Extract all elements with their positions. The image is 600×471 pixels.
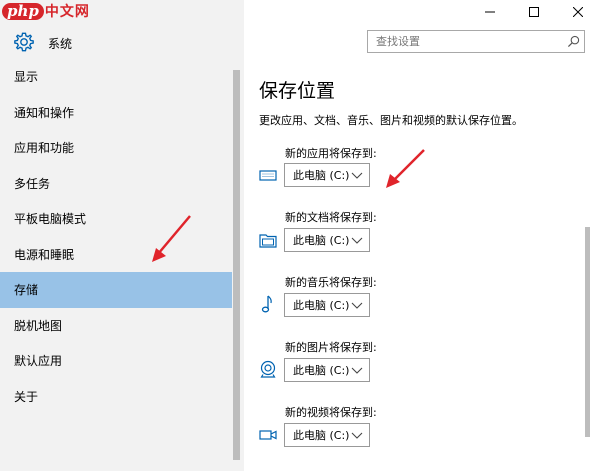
location-label-apps: 新的应用将保存到:	[285, 147, 377, 160]
location-select-apps[interactable]: 此电脑 (C:)	[284, 163, 370, 187]
sidebar-item-label: 存储	[14, 283, 39, 298]
window-controls	[468, 0, 600, 24]
chevron-down-icon	[351, 172, 363, 179]
annotation-arrow-right	[386, 149, 425, 188]
location-select-videos[interactable]: 此电脑 (C:)	[284, 423, 370, 447]
watermark-php: php	[2, 2, 44, 20]
chevron-down-icon	[351, 367, 363, 374]
page-description: 更改应用、文档、音乐、图片和视频的默认保存位置。	[259, 114, 523, 127]
video-camera-icon	[259, 430, 277, 440]
location-label-music: 新的音乐将保存到:	[285, 276, 377, 289]
close-button[interactable]	[556, 0, 600, 24]
sidebar-item-label: 平板电脑模式	[14, 212, 87, 227]
chevron-down-icon	[351, 302, 363, 309]
sidebar-item-label: 通知和操作	[14, 105, 75, 120]
sidebar-item-label: 默认应用	[14, 354, 63, 369]
location-select-value: 此电脑 (C:)	[293, 169, 350, 182]
chevron-down-icon	[351, 432, 363, 439]
page-title: 保存位置	[259, 80, 336, 102]
sidebar-item-tablet-mode[interactable]: 平板电脑模式	[0, 201, 232, 237]
close-icon	[573, 7, 583, 17]
annotation-arrow-left	[152, 215, 191, 262]
sidebar-item-label: 应用和功能	[14, 141, 75, 156]
location-select-documents[interactable]: 此电脑 (C:)	[284, 228, 370, 252]
folder-icon	[259, 234, 277, 248]
camera-icon	[260, 360, 276, 378]
sidebar-scrollbar[interactable]	[233, 70, 240, 460]
sidebar-item-power-sleep[interactable]: 电源和睡眠	[0, 237, 232, 273]
location-select-value: 此电脑 (C:)	[293, 429, 350, 442]
sidebar-item-storage[interactable]: 存储	[0, 272, 232, 308]
search-icon[interactable]	[567, 35, 580, 48]
sidebar-nav: 显示 通知和操作 应用和功能 多任务 平板电脑模式 电源和睡眠 存储 脱机地图 …	[0, 59, 232, 414]
maximize-icon	[529, 7, 539, 17]
sidebar-item-label: 多任务	[14, 176, 51, 191]
music-note-icon	[261, 295, 272, 313]
content-scrollbar[interactable]	[585, 227, 590, 437]
sidebar-item-label: 电源和睡眠	[14, 247, 75, 262]
gear-icon	[14, 32, 34, 52]
sidebar-item-label: 脱机地图	[14, 318, 63, 333]
sidebar-item-offline-maps[interactable]: 脱机地图	[0, 308, 232, 344]
location-select-music[interactable]: 此电脑 (C:)	[284, 293, 370, 317]
location-select-value: 此电脑 (C:)	[293, 364, 350, 377]
search-box[interactable]	[367, 30, 585, 53]
search-input[interactable]	[368, 31, 558, 52]
sidebar-item-default-apps[interactable]: 默认应用	[0, 343, 232, 379]
window-title: 系统	[48, 37, 73, 51]
minimize-icon	[485, 11, 495, 13]
sidebar-item-multitasking[interactable]: 多任务	[0, 166, 232, 202]
sidebar-item-label: 关于	[14, 389, 39, 404]
monitor-icon	[259, 170, 277, 181]
location-label-documents: 新的文档将保存到:	[285, 211, 377, 224]
chevron-down-icon	[351, 237, 363, 244]
sidebar-item-label: 显示	[14, 70, 39, 85]
sidebar-item-display[interactable]: 显示	[0, 59, 232, 95]
sidebar-item-apps[interactable]: 应用和功能	[0, 130, 232, 166]
location-select-value: 此电脑 (C:)	[293, 299, 350, 312]
maximize-button[interactable]	[512, 0, 556, 24]
location-label-videos: 新的视频将保存到:	[285, 406, 377, 419]
watermark-cn: 中文网	[44, 4, 90, 20]
location-select-value: 此电脑 (C:)	[293, 234, 350, 247]
sidebar-item-about[interactable]: 关于	[0, 379, 232, 415]
location-select-pictures[interactable]: 此电脑 (C:)	[284, 358, 370, 382]
watermark-logo: php 中文网	[2, 0, 90, 22]
minimize-button[interactable]	[468, 0, 512, 24]
location-label-pictures: 新的图片将保存到:	[285, 341, 377, 354]
sidebar-item-notifications[interactable]: 通知和操作	[0, 95, 232, 131]
